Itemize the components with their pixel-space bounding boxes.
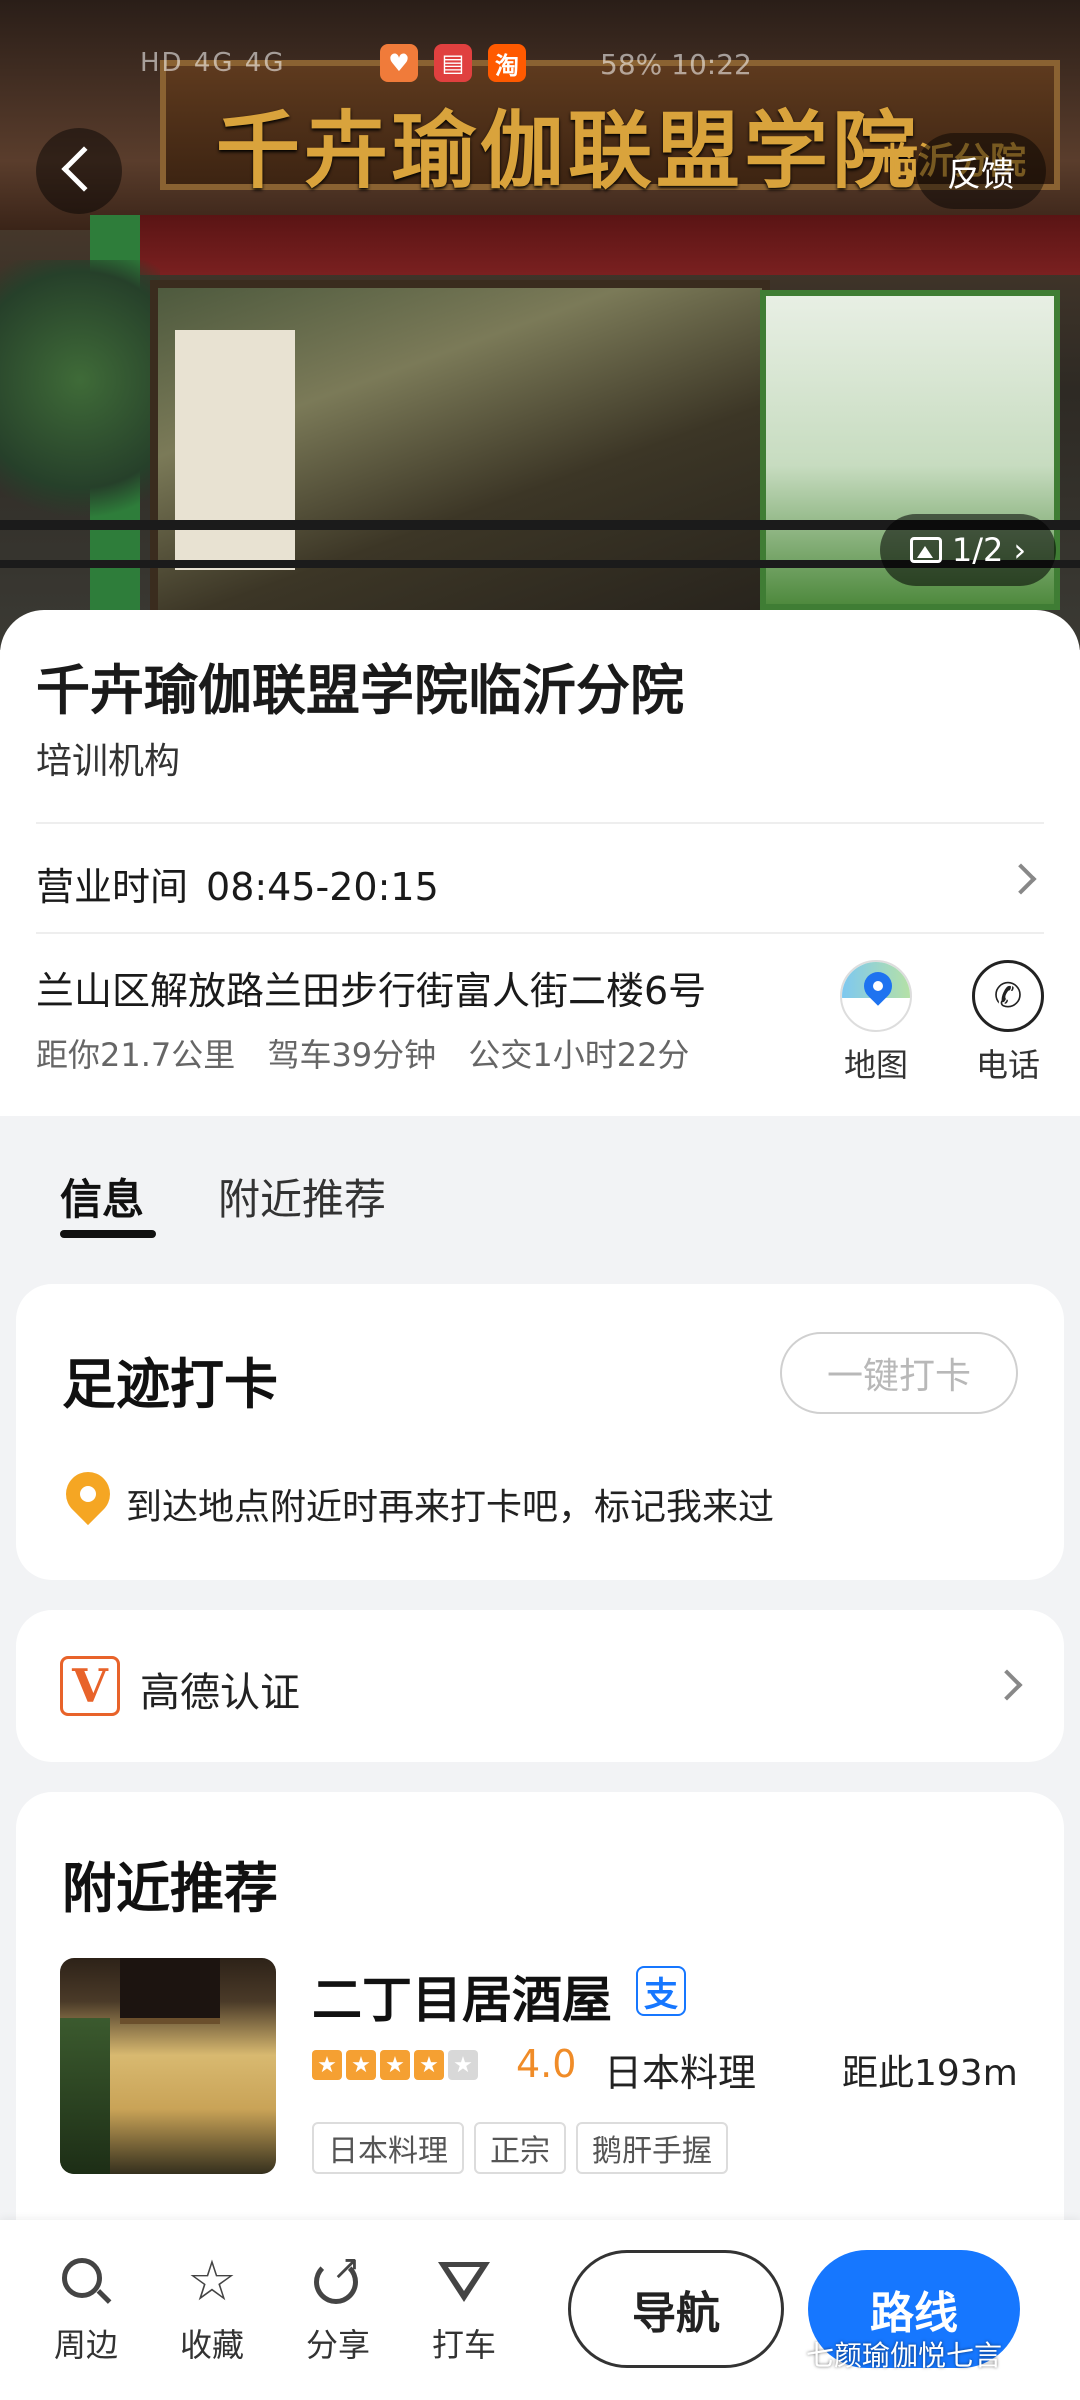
star-icon: ☆ <box>186 2249 238 2314</box>
sign-text: 千卉瑜伽联盟学院 <box>216 101 921 200</box>
amap-verification-row[interactable]: V 高德认证 <box>16 1610 1064 1762</box>
search-icon <box>58 2254 114 2310</box>
business-hours-row[interactable]: 营业时间 08:45-20:15 <box>36 856 439 911</box>
star-empty-icon: ★ <box>448 2050 478 2080</box>
navigate-button[interactable]: 导航 <box>568 2250 784 2368</box>
nearby-title: 附近推荐 <box>62 1857 278 1920</box>
checkin-hint: 到达地点附近时再来打卡吧，标记我来过 <box>126 1487 775 1528</box>
nearby-search-button[interactable]: 周边 <box>36 2254 136 2366</box>
taxi-icon <box>436 2254 492 2310</box>
share-icon <box>310 2248 366 2310</box>
transit-time-text: 公交1小时22分 <box>468 1036 690 1074</box>
back-arrow-icon <box>61 146 107 192</box>
hours-label: 营业时间 <box>36 865 189 909</box>
poi-tags: 日本料理 正宗 鹅肝手握 <box>312 2122 728 2174</box>
back-button[interactable] <box>36 128 122 214</box>
phone-icon: ✆ <box>972 960 1044 1032</box>
place-category: 培训机构 <box>36 741 181 782</box>
share-label: 分享 <box>305 2326 370 2364</box>
health-app-icon: ♥ <box>380 44 418 82</box>
distance-text: 距你21.7公里 <box>36 1036 236 1074</box>
poi-tag: 日本料理 <box>312 2122 464 2174</box>
tab-nearby[interactable]: 附近推荐 <box>218 1166 386 1227</box>
active-tab-indicator <box>60 1230 156 1238</box>
status-bar: HD 4G 4G ♥ ▤ 淘 58% 10:22 <box>0 40 1080 90</box>
distance-row: 距你21.7公里 驾车39分钟 公交1小时22分 <box>36 1030 711 1076</box>
poi-distance: 距此193m <box>842 2053 1018 2094</box>
favorite-button[interactable]: ☆ 收藏 <box>162 2254 262 2366</box>
checkin-card: 足迹打卡 一键打卡 到达地点附近时再来打卡吧，标记我来过 <box>16 1284 1064 1580</box>
battery-clock: 58% 10:22 <box>600 48 752 81</box>
checkin-title: 足迹打卡 <box>62 1353 278 1416</box>
nearby-recommend-card: 附近推荐 二丁目居酒屋 支 ★ ★ ★ ★ ★ 4.0 日本料理 距此193m … <box>16 1792 1064 2262</box>
taxi-label: 打车 <box>431 2326 496 2364</box>
one-tap-checkin-button[interactable]: 一键打卡 <box>780 1332 1018 1414</box>
call-button[interactable]: ✆ 电话 <box>968 960 1048 1086</box>
rating-stars: ★ ★ ★ ★ ★ <box>312 2050 478 2080</box>
chevron-right-icon <box>1005 863 1037 895</box>
tab-info[interactable]: 信息 <box>60 1166 144 1227</box>
chevron-right-icon <box>991 1669 1023 1701</box>
poi-tag: 正宗 <box>474 2122 566 2174</box>
image-icon <box>909 537 942 563</box>
location-pin-icon <box>56 1462 120 1526</box>
verified-badge-icon: V <box>60 1656 120 1716</box>
favorite-label: 收藏 <box>179 2326 244 2364</box>
share-button[interactable]: 分享 <box>288 2248 388 2366</box>
divider <box>36 822 1044 824</box>
storefront-plant <box>0 260 160 560</box>
notification-icons: ♥ ▤ 淘 <box>380 44 526 82</box>
storefront-poster-left <box>175 330 295 570</box>
taobao-app-icon: 淘 <box>488 44 526 82</box>
place-address[interactable]: 兰山区解放路兰田步行街富人街二楼6号 <box>36 960 706 1015</box>
nearby-label: 周边 <box>53 2326 118 2364</box>
rating-value: 4.0 <box>516 2042 577 2086</box>
star-icon: ★ <box>380 2050 410 2080</box>
signal-indicators: HD 4G 4G <box>140 48 286 78</box>
hours-value: 08:45-20:15 <box>206 865 439 909</box>
star-icon: ★ <box>346 2050 376 2080</box>
call-label: 电话 <box>975 1046 1040 1084</box>
verification-label: 高德认证 <box>140 1670 300 1716</box>
wechat-watermark: 七颜瑜伽悦七言 <box>806 2339 1003 2372</box>
place-info-card: 千卉瑜伽联盟学院临沂分院 培训机构 营业时间 08:45-20:15 兰山区解放路… <box>0 610 1080 1116</box>
photo-counter-button[interactable]: 1/2 › <box>880 514 1056 586</box>
chevron-right-icon: › <box>1013 531 1027 569</box>
map-button[interactable]: 地图 <box>836 960 916 1086</box>
star-icon: ★ <box>312 2050 342 2080</box>
divider <box>36 932 1044 934</box>
place-title: 千卉瑜伽联盟学院临沂分院 <box>36 659 684 722</box>
photo-counter-text: 1/2 <box>951 531 1004 569</box>
poi-tag: 鹅肝手握 <box>576 2122 728 2174</box>
poi-name[interactable]: 二丁目居酒屋 <box>312 1960 612 2032</box>
star-icon: ★ <box>414 2050 444 2080</box>
poi-thumbnail[interactable] <box>60 1958 276 2174</box>
drive-time-text: 驾车39分钟 <box>267 1036 437 1074</box>
map-label: 地图 <box>843 1046 908 1084</box>
storefront-red-band <box>100 215 1080 275</box>
feedback-button[interactable]: 反馈 <box>916 133 1046 209</box>
calendar-app-icon: ▤ <box>434 44 472 82</box>
map-icon <box>840 960 912 1032</box>
taxi-button[interactable]: 打车 <box>414 2254 514 2366</box>
alipay-icon: 支 <box>636 1966 686 2016</box>
poi-cuisine: 日本料理 <box>604 2051 757 2095</box>
